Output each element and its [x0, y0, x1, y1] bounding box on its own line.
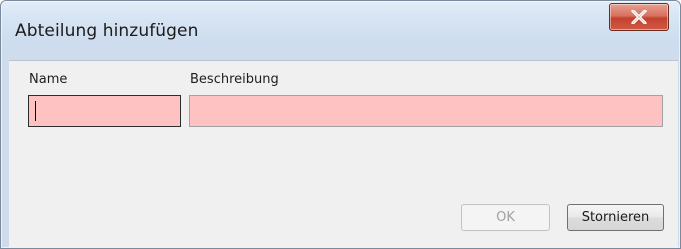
text-caret	[35, 101, 36, 121]
dialog-title: Abteilung hinzufügen	[15, 21, 199, 41]
close-icon	[631, 10, 647, 24]
name-label: Name	[29, 72, 68, 87]
dialog-window: Abteilung hinzufügen Name Beschreibung O…	[0, 0, 681, 249]
ok-button[interactable]: OK	[461, 204, 550, 231]
description-label: Beschreibung	[190, 72, 279, 87]
name-input[interactable]	[28, 95, 181, 127]
description-input[interactable]	[189, 95, 663, 127]
close-button[interactable]	[609, 3, 669, 31]
cancel-button[interactable]: Stornieren	[567, 204, 664, 231]
dialog-content: Name Beschreibung OK Stornieren	[9, 60, 678, 247]
